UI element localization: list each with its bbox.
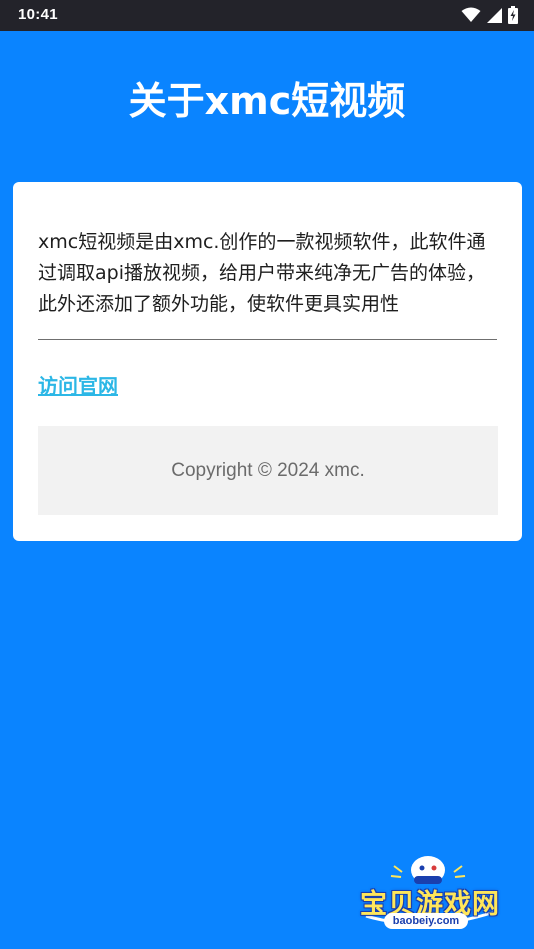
app-description: xmc短视频是由xmc.创作的一款视频软件，此软件通过调取api播放视频，给用户… [38,231,486,315]
divider [38,339,497,340]
copyright-text: Copyright © 2024 xmc. [171,459,365,481]
page-title: 关于xmc短视频 [128,79,406,123]
watermark-url: baobeiy.com [384,913,468,929]
status-icons [461,6,518,24]
status-bar: 10:41 [0,0,534,31]
watermark-logo: 宝贝游戏网 baobeiy.com [356,852,504,932]
wifi-icon [461,7,481,23]
about-card: xmc短视频是由xmc.创作的一款视频软件，此软件通过调取api播放视频，给用户… [13,182,522,541]
signal-icon [487,7,502,23]
copyright-footer: Copyright © 2024 xmc. [38,426,498,515]
visit-website-link[interactable]: 访问官网 [38,370,118,399]
battery-icon [508,6,518,24]
about-screen: 10:41 关于xmc短视频 xmc短视频是由xmc.创作的一款视频软件，此软件… [0,0,534,949]
status-time: 10:41 [18,6,58,23]
